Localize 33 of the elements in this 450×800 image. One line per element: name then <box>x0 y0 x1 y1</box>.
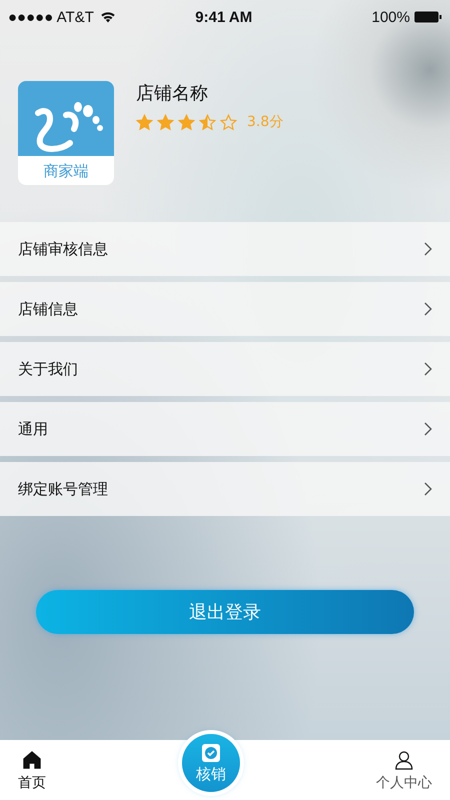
chevron-icon <box>424 422 432 436</box>
store-name: 店铺名称 <box>136 82 209 105</box>
clock-text: 9:41 AM <box>195 8 254 26</box>
menu-label: 店铺信息 <box>18 300 78 318</box>
menu-item[interactable]: 关于我们 <box>0 342 450 396</box>
logo-caption: 商家端 <box>44 162 88 181</box>
chevron-icon <box>424 242 432 256</box>
menu-label: 绑定账号管理 <box>18 480 108 498</box>
check-badge-icon <box>201 742 221 762</box>
chevron-icon <box>424 362 432 376</box>
tab-item[interactable]: 首页 <box>18 750 46 792</box>
menu-item[interactable]: 通用 <box>0 402 450 456</box>
menu-item[interactable]: 店铺审核信息 <box>0 222 450 276</box>
home-icon <box>22 750 42 770</box>
chevron-icon <box>424 482 432 496</box>
battery-icon <box>414 11 442 23</box>
menu-label: 关于我们 <box>18 360 78 378</box>
menu-label: 通用 <box>18 420 48 438</box>
star-icon <box>220 114 237 130</box>
menu-label: 店铺审核信息 <box>18 240 108 258</box>
menu-item[interactable]: 绑定账号管理 <box>0 462 450 516</box>
menu-item[interactable]: 店铺信息 <box>0 282 450 336</box>
star-icon <box>199 114 216 130</box>
star-icon <box>178 114 195 130</box>
star-icon <box>157 114 174 130</box>
chevron-icon <box>424 302 432 316</box>
person-icon <box>394 750 414 770</box>
carrier-text: ●●●●● AT&T <box>8 8 94 26</box>
battery-text: 100% <box>372 8 410 26</box>
wifi-icon <box>100 11 116 23</box>
tab-item[interactable]: 个人中心 <box>376 750 432 792</box>
star-icon <box>136 114 153 130</box>
rating-score: 3.8分 <box>247 113 284 131</box>
